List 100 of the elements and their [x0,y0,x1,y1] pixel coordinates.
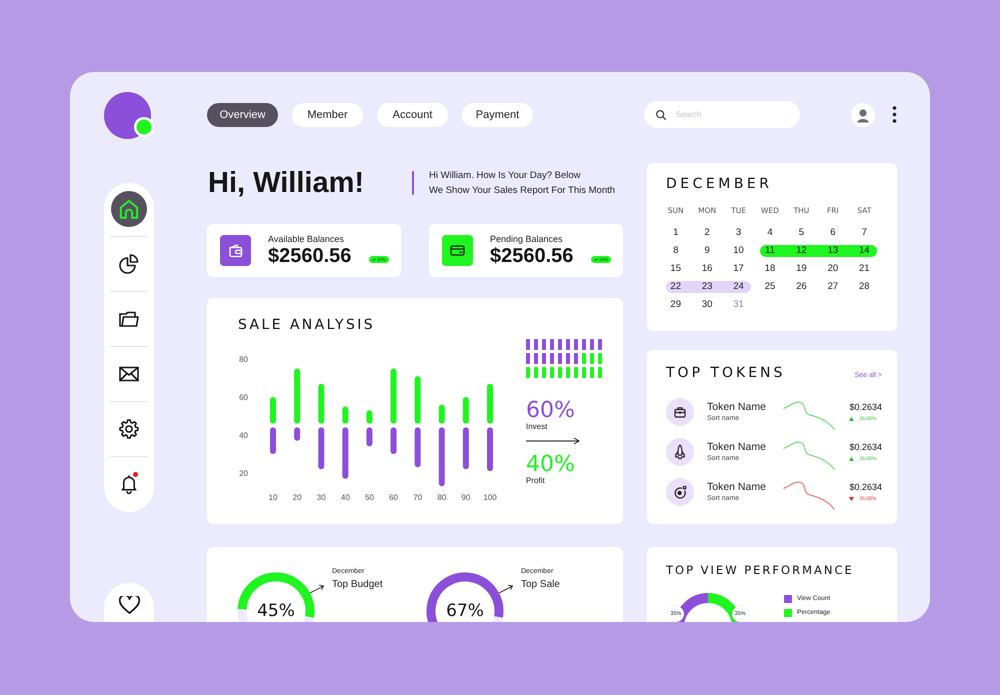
calendar-day[interactable]: 1 [660,227,692,239]
stat-percent: 60% [526,400,575,422]
bar [414,376,421,424]
bar [294,427,300,441]
nav-tab[interactable]: Overview [207,102,278,126]
search-field[interactable]: Search [644,101,800,128]
waffle-cell [534,353,538,364]
calendar-day[interactable]: 5 [786,227,818,239]
gauge-value: 45% [256,600,296,622]
waffle-cell [566,339,570,350]
axis-label: 100 [483,493,497,502]
calendar-day[interactable]: 25 [754,281,786,293]
trend-up-icon [594,258,598,261]
calendar-day[interactable]: 9 [691,245,723,257]
nav-tab[interactable]: Member [292,102,363,126]
calendar-day[interactable]: 18 [754,263,786,275]
balance-label: Available Balances [268,234,345,245]
axis-label: 50 [365,493,374,502]
triangle-up-icon [849,417,854,421]
token-price: $0.2634 [849,442,882,453]
bar [294,368,300,424]
nav-tab[interactable]: Account [377,102,448,126]
axis-label: 20 [292,493,302,502]
calendar-day[interactable]: 22 [666,281,692,293]
leader-arrow [496,584,514,595]
calendar-day[interactable]: 28 [848,281,880,293]
calendar-day[interactable]: 6 [817,227,849,239]
trend-up-icon [372,258,376,261]
balance-amount: $2560.56 [268,245,352,267]
waffle-cell [566,367,570,378]
sparkline [783,400,836,430]
axis-label: 80 [437,493,446,502]
calendar-day[interactable]: 3 [722,227,754,239]
calendar-day[interactable]: 2 [691,227,723,239]
sidebar-item[interactable] [111,191,147,227]
waffle-cell [526,367,530,378]
bar [438,404,445,424]
token-name: Token Name [707,401,766,414]
calendar-day[interactable]: 17 [722,263,754,275]
calendar-day[interactable]: 24 [722,281,752,293]
calendar-day[interactable]: 8 [660,245,692,257]
rocket-icon [666,438,694,466]
waffle-cell [534,367,538,378]
waffle-cell [534,339,538,350]
avatar[interactable] [851,102,875,126]
heart-icon [118,596,140,614]
greeting-message: Hi William. How Is Your Day? Below We Show Your Sales Report For This Month [429,169,616,198]
calendar-day[interactable]: 10 [722,245,754,257]
waffle-cell [558,367,562,378]
bar [462,397,469,424]
triangle-down-icon [849,497,854,501]
gauge-label: Top Sale [521,578,560,591]
gauge-label: Top Budget [332,578,383,591]
calendar-day[interactable]: 27 [817,281,849,293]
calendar-day[interactable]: 30 [691,299,723,311]
axis-label: 40 [340,493,350,502]
calendar-day[interactable]: 7 [848,227,880,239]
token-price: $0.2634 [849,402,882,413]
bar [487,427,493,472]
calendar-day[interactable]: 29 [660,299,692,311]
waffle-cell [542,353,546,364]
briefcase-icon [666,398,694,426]
waffle-cell [558,353,562,364]
calendar-day[interactable]: 12 [786,245,818,257]
axis-label: 10 [268,493,278,502]
month-title: DECEMBER [666,177,774,191]
calendar-day[interactable]: 13 [817,245,849,257]
calendar-day[interactable]: 20 [817,263,849,275]
calendar-day[interactable]: 14 [848,245,877,257]
calendar-day[interactable]: 23 [691,281,723,293]
right-arrow-icon [526,437,580,445]
stat-label: Profit [526,476,545,486]
calendar-day[interactable]: 11 [760,245,786,257]
waffle-cell [598,353,602,364]
calendar-day[interactable]: 16 [691,263,723,275]
token-price: $0.2634 [849,482,882,493]
axis-label: 20 [239,469,248,478]
stat-percent: 40% [526,454,575,476]
calendar-day[interactable]: 15 [660,263,692,275]
leader-arrow [307,584,325,595]
waffle-cell [542,339,546,350]
calendar-day[interactable]: 26 [786,281,818,293]
calendar-day[interactable]: 19 [786,263,818,275]
nav-tab[interactable]: Payment [462,102,533,126]
calendar-day[interactable]: 4 [754,227,786,239]
card-title: SALE ANALYSIS [238,316,376,334]
waffle-cell [582,367,586,378]
bar [438,427,445,486]
favorites-button[interactable] [104,583,154,622]
calendar-day[interactable]: 21 [848,263,880,275]
axis-label: 60 [239,393,248,402]
folder-icon [119,309,139,329]
waffle-cell [590,367,594,378]
waffle-cell [526,353,530,364]
waffle-cell [582,339,586,350]
token-name: Token Name [707,481,766,494]
waffle-cell [566,353,570,364]
bar [390,368,397,424]
axis-label: 60 [389,493,398,502]
more-menu-icon[interactable] [892,106,897,123]
